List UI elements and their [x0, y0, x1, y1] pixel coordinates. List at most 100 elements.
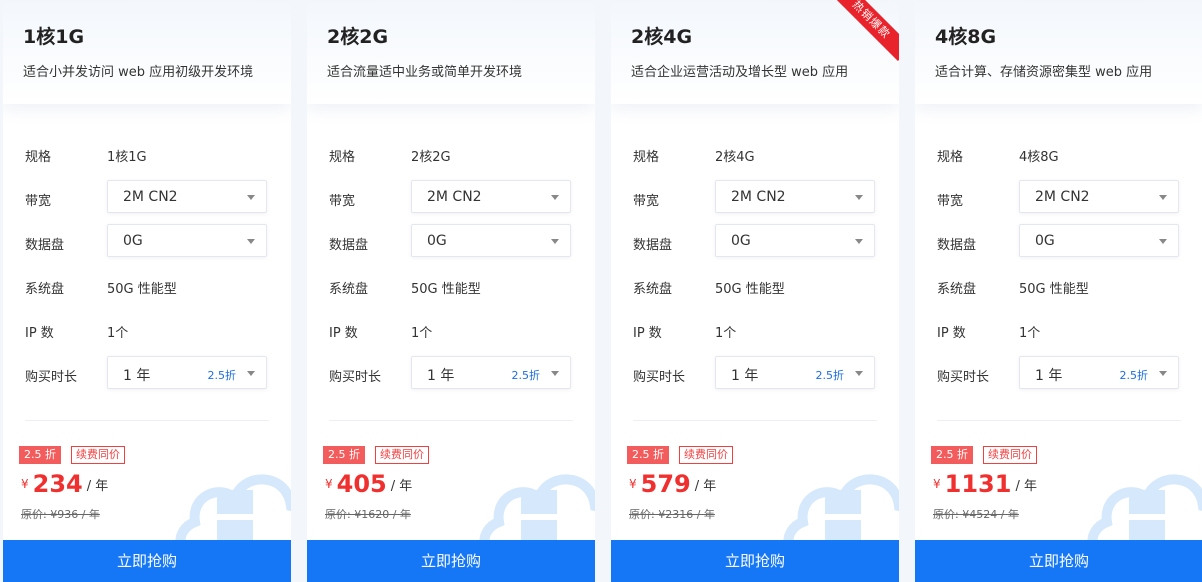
duration-select[interactable]: 1 年 2.5折 — [411, 356, 571, 389]
spec-value: 2核2G — [411, 150, 451, 165]
duration-select[interactable]: 1 年 2.5折 — [715, 356, 875, 389]
ip-count-value: 1个 — [715, 326, 737, 341]
chevron-down-icon — [1159, 239, 1167, 244]
card-header: 4核8G 适合计算、存储资源密集型 web 应用 — [915, 0, 1202, 104]
duration-selected: 1 年 — [427, 368, 455, 384]
data-disk-label: 数据盘 — [633, 238, 673, 253]
price-value: 579 — [640, 470, 691, 498]
data-disk-select[interactable]: 0G — [715, 224, 875, 257]
bandwidth-selected: 2M CN2 — [123, 189, 178, 205]
discount-badge: 2.5 折 — [627, 446, 669, 464]
chevron-down-icon — [551, 239, 559, 244]
price: ¥579/ 年 — [629, 470, 716, 498]
bandwidth-label: 带宽 — [633, 194, 660, 209]
price-value: 234 — [32, 470, 83, 498]
discount-badge: 2.5 折 — [323, 446, 365, 464]
bandwidth-select[interactable]: 2M CN2 — [107, 180, 267, 213]
renew-badge: 续费同价 — [71, 446, 125, 464]
chevron-down-icon — [855, 195, 863, 200]
duration-select[interactable]: 1 年 2.5折 — [107, 356, 267, 389]
bandwidth-selected: 2M CN2 — [731, 189, 786, 205]
data-disk-label: 数据盘 — [937, 238, 977, 253]
duration-discount: 2.5折 — [815, 369, 845, 382]
system-disk-label: 系统盘 — [329, 282, 369, 297]
plan-description: 适合流量适中业务或简单开发环境 — [327, 65, 523, 80]
spec-label: 规格 — [633, 150, 660, 165]
discount-badge: 2.5 折 — [19, 446, 61, 464]
buy-now-button[interactable]: 立即抢购 — [3, 540, 291, 582]
price-value: 405 — [336, 470, 387, 498]
price: ¥405/ 年 — [325, 470, 412, 498]
system-disk-value: 50G 性能型 — [411, 282, 481, 297]
duration-discount: 2.5折 — [511, 369, 541, 382]
system-disk-value: 50G 性能型 — [1019, 282, 1089, 297]
plan-card: 4核8G 适合计算、存储资源密集型 web 应用 规格 4核8G 带宽 2M C… — [915, 0, 1202, 582]
plan-description: 适合企业运营活动及增长型 web 应用 — [631, 65, 849, 80]
spec-label: 规格 — [25, 150, 52, 165]
bandwidth-selected: 2M CN2 — [427, 189, 482, 205]
renew-badge: 续费同价 — [983, 446, 1037, 464]
data-disk-selected: 0G — [731, 233, 751, 249]
system-disk-value: 50G 性能型 — [107, 282, 177, 297]
plan-card: 2核2G 适合流量适中业务或简单开发环境 规格 2核2G 带宽 2M CN2 数… — [307, 0, 595, 582]
plan-title: 2核4G — [631, 26, 693, 48]
duration-selected: 1 年 — [1035, 368, 1063, 384]
ip-count-label: IP 数 — [937, 326, 966, 341]
ip-count-value: 1个 — [1019, 326, 1041, 341]
chevron-down-icon — [855, 239, 863, 244]
data-disk-select[interactable]: 0G — [107, 224, 267, 257]
plan-title: 1核1G — [23, 26, 85, 48]
chevron-down-icon — [551, 195, 559, 200]
duration-label: 购买时长 — [25, 370, 78, 385]
price-value: 1131 — [944, 470, 1012, 498]
duration-select[interactable]: 1 年 2.5折 — [1019, 356, 1179, 389]
ip-count-label: IP 数 — [25, 326, 54, 341]
card-header: 2核2G 适合流量适中业务或简单开发环境 — [307, 0, 595, 104]
bandwidth-label: 带宽 — [25, 194, 52, 209]
data-disk-select[interactable]: 0G — [411, 224, 571, 257]
plan-title: 4核8G — [935, 26, 997, 48]
chevron-down-icon — [551, 371, 559, 376]
chevron-down-icon — [1159, 371, 1167, 376]
bandwidth-select[interactable]: 2M CN2 — [1019, 180, 1179, 213]
system-disk-label: 系统盘 — [633, 282, 673, 297]
divider — [25, 420, 269, 421]
duration-label: 购买时长 — [937, 370, 990, 385]
plan-title: 2核2G — [327, 26, 389, 48]
bandwidth-select[interactable]: 2M CN2 — [411, 180, 571, 213]
plan-card: 1核1G 适合小并发访问 web 应用初级开发环境 规格 1核1G 带宽 2M … — [3, 0, 291, 582]
price-unit: / 年 — [1015, 478, 1037, 494]
currency-symbol: ¥ — [629, 477, 637, 491]
system-disk-value: 50G 性能型 — [715, 282, 785, 297]
spec-value: 2核4G — [715, 150, 755, 165]
currency-symbol: ¥ — [21, 477, 29, 491]
buy-now-button[interactable]: 立即抢购 — [611, 540, 899, 582]
data-disk-select[interactable]: 0G — [1019, 224, 1179, 257]
bandwidth-label: 带宽 — [329, 194, 356, 209]
discount-badge: 2.5 折 — [931, 446, 973, 464]
spec-label: 规格 — [329, 150, 356, 165]
price-unit: / 年 — [694, 478, 717, 494]
duration-discount: 2.5折 — [1119, 369, 1149, 382]
data-disk-label: 数据盘 — [25, 238, 65, 253]
plan-description: 适合计算、存储资源密集型 web 应用 — [935, 65, 1153, 80]
buy-now-button[interactable]: 立即抢购 — [915, 540, 1202, 582]
bandwidth-select[interactable]: 2M CN2 — [715, 180, 875, 213]
ip-count-label: IP 数 — [329, 326, 358, 341]
spec-value: 4核8G — [1019, 150, 1059, 165]
original-price: 原价: ¥4524 / 年 — [933, 508, 1019, 521]
divider — [329, 420, 573, 421]
buy-now-button[interactable]: 立即抢购 — [307, 540, 595, 582]
ip-count-value: 1个 — [411, 326, 433, 341]
price: ¥234/ 年 — [21, 470, 108, 498]
chevron-down-icon — [247, 371, 255, 376]
spec-label: 规格 — [937, 150, 964, 165]
plan-card: 2核4G 适合企业运营活动及增长型 web 应用 热销爆款 规格 2核4G 带宽… — [611, 0, 899, 582]
chevron-down-icon — [1159, 195, 1167, 200]
original-price: 原价: ¥1620 / 年 — [325, 508, 411, 521]
price-unit: / 年 — [86, 478, 109, 494]
chevron-down-icon — [855, 371, 863, 376]
duration-selected: 1 年 — [123, 368, 151, 384]
currency-symbol: ¥ — [933, 477, 941, 491]
card-header: 1核1G 适合小并发访问 web 应用初级开发环境 — [3, 0, 291, 104]
